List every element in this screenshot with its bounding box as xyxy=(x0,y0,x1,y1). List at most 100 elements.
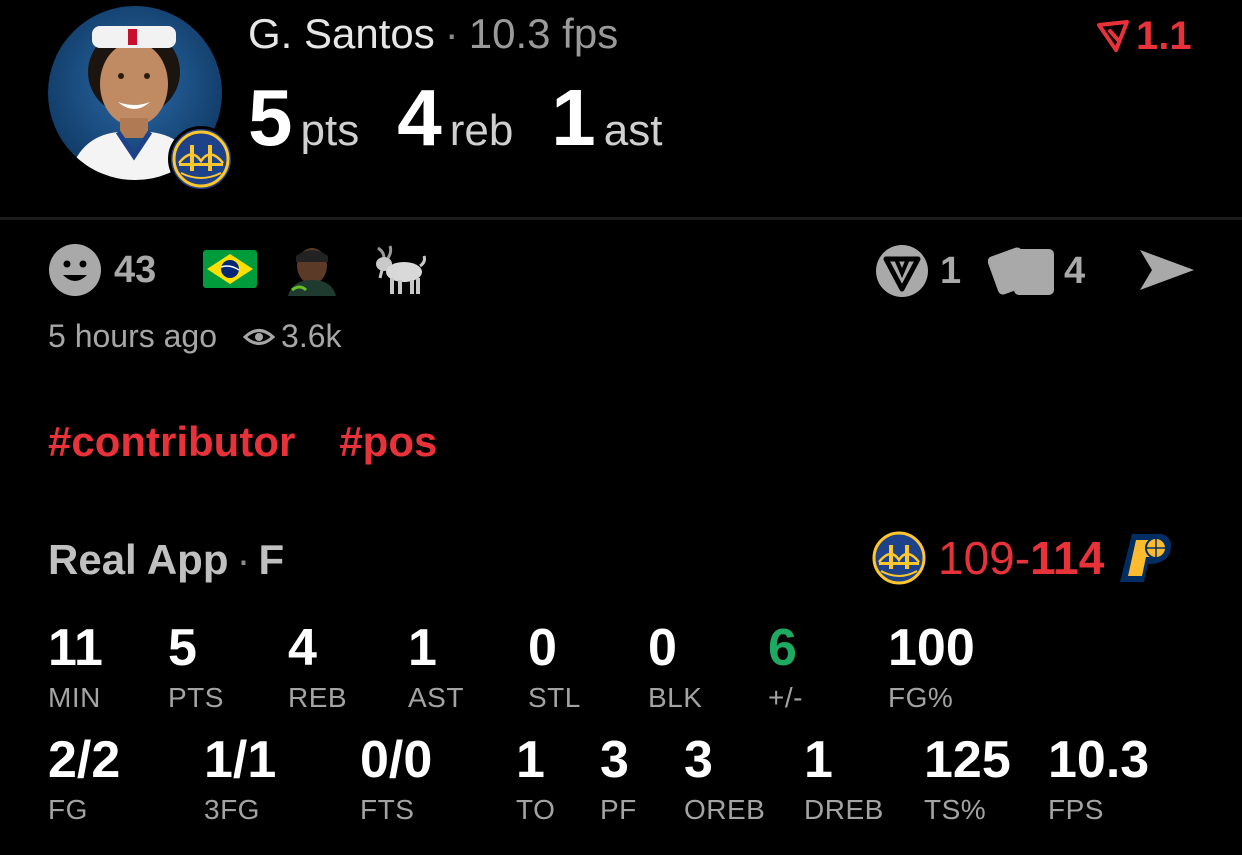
tag-contributor[interactable]: #contributor xyxy=(48,418,295,465)
cards-icon xyxy=(988,247,1054,295)
stat-plusminus: 6 +/- xyxy=(768,622,803,714)
source-app[interactable]: Real App xyxy=(48,536,228,583)
stat-value: 6 xyxy=(768,619,797,677)
stat-blk: 0 BLK xyxy=(648,622,702,714)
stat-value: 100 xyxy=(888,619,975,677)
views: 3.6k xyxy=(243,318,342,355)
stat-fg: 2/2 FG xyxy=(48,734,120,826)
emoji-reaction[interactable]: 43 xyxy=(48,243,156,297)
eye-icon xyxy=(243,328,276,345)
headline-pts-unit: pts xyxy=(300,106,360,155)
stat-label: TO xyxy=(516,794,556,825)
stat-pts: 5 PTS xyxy=(168,622,224,714)
player-fps: 10.3 fps xyxy=(468,10,619,57)
pacers-logo-icon xyxy=(1120,534,1172,582)
score-left: 109 xyxy=(938,532,1015,584)
stat-fts: 0/0 FTS xyxy=(360,734,432,826)
stat-label: FTS xyxy=(360,794,415,825)
brazil-flag-icon[interactable] xyxy=(203,250,257,293)
cards-reaction[interactable]: 4 xyxy=(988,243,1085,299)
hashtags: #contributor #pos xyxy=(48,418,437,466)
warriors-logo-icon xyxy=(872,531,926,585)
stat-min: 11 MIN xyxy=(48,622,103,714)
stat-to: 1 TO xyxy=(516,734,555,826)
tag-pos[interactable]: #pos xyxy=(339,418,437,465)
stat-label: 3FG xyxy=(204,794,260,825)
rating-arrow-icon xyxy=(1097,19,1129,52)
stat-label: +/- xyxy=(768,682,803,713)
stat-label: FG xyxy=(48,794,88,825)
score-text: 109-114 xyxy=(938,531,1104,585)
stat-ast: 1 AST xyxy=(408,622,464,714)
stat-value: 3 xyxy=(600,731,629,789)
score-dash: - xyxy=(1014,532,1031,584)
player-name[interactable]: G. Santos xyxy=(248,10,435,57)
share-button[interactable] xyxy=(1138,246,1196,299)
stat-label: OREB xyxy=(684,794,766,825)
stat-value: 125 xyxy=(924,731,1011,789)
player-thumb-icon[interactable] xyxy=(286,242,340,301)
headline-ast-unit: ast xyxy=(603,106,663,155)
headline-reb-unit: reb xyxy=(449,106,514,155)
stat-label: TS% xyxy=(924,794,987,825)
stat-pf: 3 PF xyxy=(600,734,637,826)
source-line: Real App · F xyxy=(48,536,284,584)
stat-stl: 0 STL xyxy=(528,622,581,714)
stat-label: BLK xyxy=(648,682,703,713)
stat-value: 3 xyxy=(684,731,713,789)
headline-stats: 5 pts 4 reb 1 ast xyxy=(248,72,701,164)
headline-ast-value: 1 xyxy=(551,73,596,162)
stat-value: 1 xyxy=(408,619,437,677)
stat-label: AST xyxy=(408,682,464,713)
source-position: F xyxy=(258,536,285,583)
stat-value: 11 xyxy=(48,619,103,677)
player-line: G. Santos · 10.3 fps xyxy=(248,10,618,58)
stat-value: 0 xyxy=(648,619,677,677)
stat-value: 1/1 xyxy=(204,731,277,789)
stat-label: PF xyxy=(600,794,637,825)
stat-value: 1 xyxy=(804,731,833,789)
shield-reaction-count: 1 xyxy=(940,249,962,292)
stat-reb: 4 REB xyxy=(288,622,347,714)
score-right: 114 xyxy=(1030,532,1105,584)
stat-value: 1 xyxy=(516,731,545,789)
emoji-reaction-count: 43 xyxy=(114,248,157,291)
stat-value: 0/0 xyxy=(360,731,433,789)
rating-value: 1.1 xyxy=(1136,14,1192,58)
time-ago: 5 hours ago xyxy=(48,318,218,354)
goat-icon[interactable] xyxy=(370,242,426,303)
stat-value: 4 xyxy=(288,619,317,677)
smiley-icon xyxy=(49,244,101,296)
view-count: 3.6k xyxy=(281,318,342,354)
stat-3fg: 1/1 3FG xyxy=(204,734,276,826)
stat-label: PTS xyxy=(168,682,224,713)
shield-v-icon xyxy=(876,245,928,297)
separator-dot: · xyxy=(444,10,459,57)
stat-label: FPS xyxy=(1048,794,1104,825)
stat-value: 10.3 xyxy=(1048,731,1150,789)
stat-label: DREB xyxy=(804,794,884,825)
stat-label: STL xyxy=(528,682,581,713)
game-score[interactable]: 109-114 xyxy=(872,530,1174,586)
stat-ts: 125 TS% xyxy=(924,734,1011,826)
stat-value: 5 xyxy=(168,619,197,677)
stat-label: REB xyxy=(288,682,348,713)
rating-badge[interactable]: 1.1 xyxy=(1096,14,1192,59)
divider xyxy=(0,217,1242,220)
stat-label: FG% xyxy=(888,682,954,713)
source-separator: · xyxy=(236,536,251,583)
stat-fg: 100 FG% xyxy=(888,622,975,714)
stat-fps: 10.3 FPS xyxy=(1048,734,1149,826)
post-meta: 5 hours ago 3.6k xyxy=(48,318,342,355)
stat-oreb: 3 OREB xyxy=(684,734,765,826)
stat-value: 0 xyxy=(528,619,557,677)
cards-reaction-count: 4 xyxy=(1064,249,1086,292)
stat-value: 2/2 xyxy=(48,731,121,789)
send-icon xyxy=(1140,250,1194,290)
stat-label: MIN xyxy=(48,682,101,713)
headline-reb-value: 4 xyxy=(397,73,442,162)
shield-reaction[interactable]: 1 xyxy=(874,243,961,299)
warriors-logo-icon xyxy=(168,126,234,192)
stat-dreb: 1 DREB xyxy=(804,734,884,826)
headline-pts-value: 5 xyxy=(248,73,293,162)
